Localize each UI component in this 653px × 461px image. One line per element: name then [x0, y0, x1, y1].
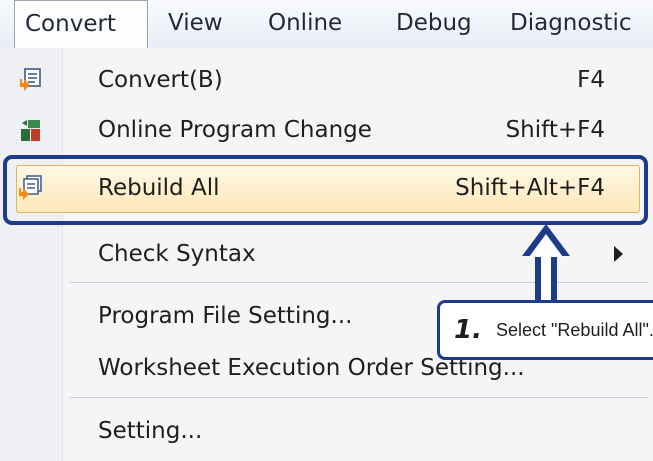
- menu-item-label: Check Syntax: [98, 241, 256, 267]
- menu-item-shortcut: F4: [577, 67, 605, 93]
- menu-item-online-program-change[interactable]: Online Program Change Shift+F4: [0, 104, 653, 156]
- menu-diagnostics-label: Diagnostic: [510, 10, 632, 36]
- menu-view-label: View: [168, 10, 223, 36]
- callout-step-number: 1.: [454, 315, 482, 345]
- menu-view[interactable]: View: [168, 0, 223, 48]
- menu-separator: [70, 397, 648, 398]
- menu-debug[interactable]: Debug: [396, 0, 472, 48]
- menu-debug-label: Debug: [396, 10, 472, 36]
- callout-arrow-head-inner: [529, 234, 563, 257]
- menu-bar: Convert View Online Debug Diagnostic: [0, 0, 653, 49]
- callout-highlight-frame: [3, 155, 648, 225]
- callout-arrow-stem-inner: [541, 256, 551, 302]
- menu-item-label: Setting...: [98, 418, 203, 444]
- online-program-change-icon: [21, 120, 40, 141]
- menu-item-shortcut: Shift+F4: [505, 117, 605, 143]
- menu-separator: [70, 282, 648, 283]
- submenu-arrow-icon: [614, 246, 623, 262]
- menu-online[interactable]: Online: [268, 0, 342, 48]
- menu-convert[interactable]: Convert: [14, 0, 148, 48]
- menu-convert-label: Convert: [25, 11, 116, 37]
- menu-item-label: Online Program Change: [98, 117, 372, 143]
- menu-item-setting[interactable]: Setting...: [0, 405, 653, 457]
- menu-diagnostics[interactable]: Diagnostic: [510, 0, 631, 48]
- callout-text: Select "Rebuild All".: [496, 320, 653, 340]
- menu-item-convert[interactable]: Convert(B) F4: [0, 54, 653, 106]
- convert-icon: [20, 68, 41, 91]
- menu-item-label: Convert(B): [98, 67, 223, 93]
- callout-box: 1. Select "Rebuild All".: [437, 300, 653, 360]
- menu-online-label: Online: [268, 10, 343, 36]
- menu-item-label: Program File Setting...: [98, 303, 353, 329]
